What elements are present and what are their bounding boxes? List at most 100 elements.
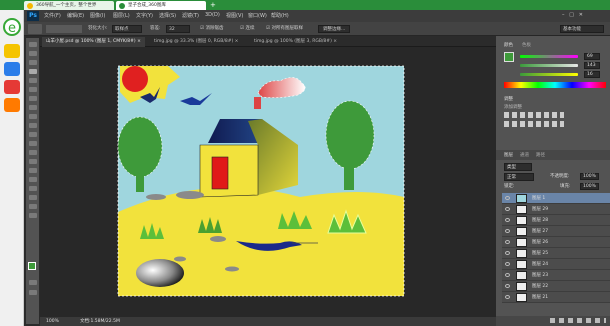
layer-thumbnail — [516, 238, 527, 247]
history-brush-icon[interactable] — [29, 123, 37, 128]
tolerance-input[interactable]: 32 — [166, 25, 190, 33]
m-value[interactable]: 143 — [584, 62, 600, 69]
eye-icon[interactable] — [505, 207, 510, 211]
eye-icon[interactable] — [505, 273, 510, 277]
layer-row[interactable]: 图层 22 — [502, 281, 610, 292]
layer-action-icons[interactable] — [550, 318, 606, 323]
lasso-tool-icon[interactable] — [29, 60, 37, 65]
workspace-select[interactable]: 基本功能 — [560, 25, 604, 33]
m-slider[interactable] — [520, 64, 578, 67]
healing-tool-icon[interactable] — [29, 96, 37, 101]
eye-icon[interactable] — [505, 229, 510, 233]
brush-tool-icon[interactable] — [29, 105, 37, 110]
contiguous-checkbox[interactable]: ☑ 连续 — [240, 25, 254, 33]
ie-logo-icon[interactable]: e — [3, 18, 21, 36]
menu-edit[interactable]: 编辑(E) — [67, 12, 84, 19]
zoom-level[interactable]: 100% — [46, 317, 59, 326]
shape-tool-icon[interactable] — [29, 195, 37, 200]
menu-select[interactable]: 选择(S) — [159, 12, 176, 19]
sample-all-checkbox[interactable]: ☑ 对所有图层取样 — [266, 25, 303, 33]
menu-3d[interactable]: 3D(D) — [205, 12, 220, 18]
star-icon[interactable] — [4, 44, 20, 58]
layers-tab[interactable]: 图层 — [504, 152, 513, 158]
bag-icon[interactable] — [4, 98, 20, 112]
hand-tool-icon[interactable] — [29, 204, 37, 209]
path-select-tool-icon[interactable] — [29, 186, 37, 191]
chimney — [254, 97, 261, 109]
move-tool-icon[interactable] — [29, 42, 37, 47]
layer-row[interactable]: 图层 23 — [502, 270, 610, 281]
eye-icon[interactable] — [505, 284, 510, 288]
c-value[interactable]: 69 — [584, 53, 600, 60]
layer-row[interactable]: 图层 24 — [502, 259, 610, 270]
menu-filter[interactable]: 滤镜(T) — [182, 12, 199, 19]
color-spectrum[interactable] — [504, 82, 606, 88]
color-panel-title[interactable]: 颜色 — [504, 42, 513, 48]
refine-edge-button[interactable]: 调整边缘... — [318, 25, 351, 33]
pen-tool-icon[interactable] — [29, 168, 37, 173]
type-tool-icon[interactable] — [29, 177, 37, 182]
fill-input[interactable]: 100% — [580, 183, 599, 190]
opacity-input[interactable]: 100% — [580, 173, 599, 180]
eye-icon[interactable] — [505, 240, 510, 244]
eyedropper-tool-icon[interactable] — [29, 87, 37, 92]
layer-row[interactable]: 图层 27 — [502, 226, 610, 237]
adjust-panel-title[interactable]: 调整 — [504, 96, 513, 102]
channels-tab[interactable]: 通道 — [520, 152, 529, 158]
menu-image[interactable]: 图像(I) — [90, 12, 105, 19]
foreground-color-swatch[interactable] — [28, 262, 36, 270]
eye-icon[interactable] — [505, 196, 510, 200]
menu-help[interactable]: 帮助(H) — [271, 12, 289, 19]
zoom-tool-icon[interactable] — [29, 213, 37, 218]
magic-wand-tool-icon[interactable] — [28, 24, 42, 34]
browser-tab-gallery[interactable]: 皇子合成_360图库 — [116, 1, 206, 10]
layer-row[interactable]: 图层 29 — [502, 204, 610, 215]
eye-icon[interactable] — [505, 295, 510, 299]
layer-row[interactable]: 图层 26 — [502, 237, 610, 248]
eye-icon[interactable] — [505, 218, 510, 222]
weibo-icon[interactable] — [4, 80, 20, 94]
adjust-icons-row-2[interactable] — [504, 121, 564, 127]
doc-tab-timg-33[interactable]: timg.jpg @ 33.3% (图层 0, RGB/8#) × — [150, 37, 242, 47]
blur-tool-icon[interactable] — [29, 150, 37, 155]
menu-type[interactable]: 文字(Y) — [136, 12, 153, 19]
sample-size-select[interactable]: 取样点 — [112, 25, 142, 33]
new-tab-button[interactable]: + — [210, 1, 216, 9]
quick-mask-icon[interactable] — [29, 280, 37, 285]
paths-tab[interactable]: 路径 — [536, 152, 545, 158]
layer-row[interactable]: 图层 1 — [502, 193, 610, 204]
magic-wand-icon[interactable] — [29, 69, 37, 74]
artwork-canvas[interactable] — [40, 47, 496, 317]
menu-window[interactable]: 窗口(W) — [248, 12, 267, 19]
swatches-tab[interactable]: 色板 — [522, 42, 531, 48]
c-slider[interactable] — [520, 55, 578, 58]
layer-row[interactable]: 图层 28 — [502, 215, 610, 226]
y-value[interactable]: 16 — [584, 71, 600, 78]
shield-icon[interactable] — [4, 62, 20, 76]
menu-layer[interactable]: 图层(L) — [113, 12, 130, 19]
layer-row[interactable]: 图层 21 — [502, 292, 610, 303]
marquee-tool-icon[interactable] — [29, 51, 37, 56]
eye-icon[interactable] — [505, 262, 510, 266]
dodge-tool-icon[interactable] — [29, 159, 37, 164]
eye-icon[interactable] — [505, 251, 510, 255]
eraser-tool-icon[interactable] — [29, 132, 37, 137]
window-controls[interactable]: – □ ✕ — [562, 12, 606, 20]
menu-view[interactable]: 视图(V) — [226, 12, 243, 19]
layer-row[interactable]: 图层 25 — [502, 248, 610, 259]
browser-tab-360-nav[interactable]: 360导航_一个主页，整个世界 — [24, 1, 114, 10]
selection-mode-icons[interactable] — [46, 25, 82, 33]
doc-tab-goat-cabin[interactable]: 山羊小屋.psd @ 100% (图层 1, CMYK/8#) × — [42, 37, 145, 47]
color-fg-swatch[interactable] — [504, 52, 514, 62]
blend-mode-select[interactable]: 正常 — [504, 173, 534, 181]
doc-tab-timg-100[interactable]: timg.jpg @ 100% (图层 3, RGB/8#) × — [250, 37, 341, 47]
crop-tool-icon[interactable] — [29, 78, 37, 83]
menu-file[interactable]: 文件(F) — [44, 12, 61, 19]
screen-mode-icon[interactable] — [29, 290, 37, 295]
stamp-tool-icon[interactable] — [29, 114, 37, 119]
anti-alias-checkbox[interactable]: ☑ 消除锯齿 — [200, 25, 223, 33]
y-slider[interactable] — [520, 73, 578, 76]
gradient-tool-icon[interactable] — [29, 141, 37, 146]
adjust-icons-row-1[interactable] — [504, 112, 564, 118]
layer-kind-filter[interactable]: 类型 — [504, 163, 532, 171]
